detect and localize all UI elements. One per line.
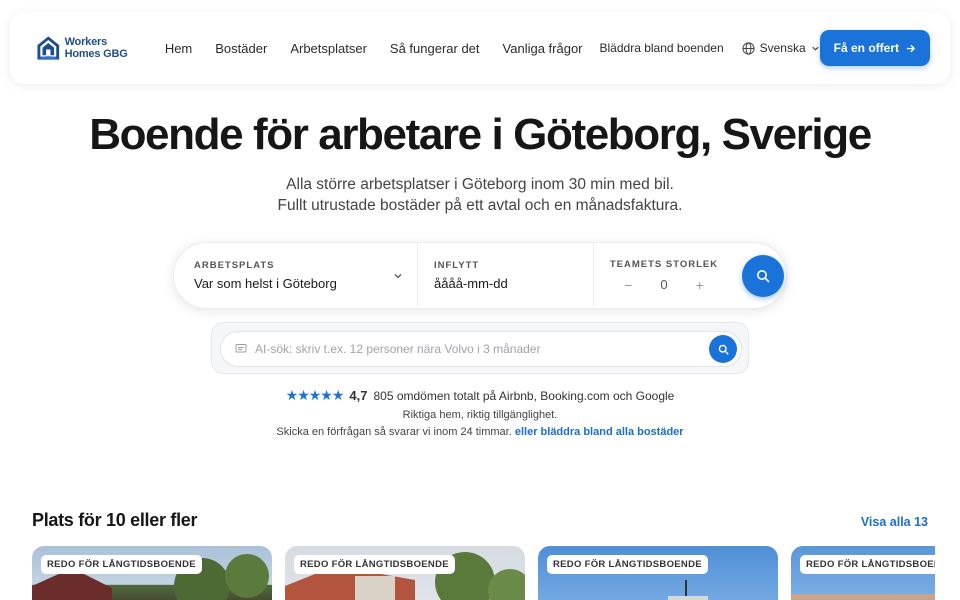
listing-badge: REDO FÖR LÅNGTIDSBOENDE [294, 555, 455, 574]
hero-subtitle-line-2: Fullt utrustade bostäder på ett avtal oc… [277, 197, 683, 214]
listing-card[interactable]: REDO FÖR LÅNGTIDSBOENDE [791, 546, 935, 600]
globe-icon [742, 41, 755, 55]
team-decrement-button[interactable]: − [624, 277, 632, 293]
availability-note: Riktiga hem, riktig tillgänglighet. [402, 409, 558, 421]
review-count-text: 805 omdömen totalt på Airbnb, Booking.co… [373, 388, 675, 403]
movein-value: åååå-mm-dd [434, 276, 508, 291]
site-header: Workers Homes GBG Hem Bostäder Arbetspla… [10, 12, 950, 84]
nav-item-how-it-works[interactable]: Så fungerar det [390, 41, 480, 56]
housing-search-bar: ARBETSPLATS Var som helst i Göteborg INF… [173, 242, 787, 309]
workplace-value: Var som helst i Göteborg [194, 276, 337, 291]
search-button[interactable] [742, 254, 784, 297]
brand-name: Workers Homes GBG [64, 36, 128, 60]
movein-label: INFLYTT [434, 260, 480, 271]
listing-card[interactable]: REDO FÖR LÅNGTIDSBOENDE [538, 546, 778, 600]
team-size-stepper: TEAMETS STORLEK − 0 + [594, 243, 734, 308]
brand-logo[interactable]: Workers Homes GBG [36, 30, 143, 66]
ai-search-input[interactable]: AI-sök: skriv t.ex. 12 personer nära Vol… [220, 331, 742, 367]
arrow-right-icon [906, 44, 916, 52]
chat-bubble-icon [235, 344, 247, 353]
browse-housing-link[interactable]: Bläddra bland boenden [600, 41, 724, 55]
page-title: Boende för arbetare i Göteborg, Sverige [89, 110, 872, 159]
language-label: Svenska [759, 41, 806, 55]
workplace-label: ARBETSPLATS [194, 260, 275, 271]
listing-badge: REDO FÖR LÅNGTIDSBOENDE [41, 555, 202, 574]
chevron-down-icon [394, 274, 402, 279]
listing-badge: REDO FÖR LÅNGTIDSBOENDE [800, 555, 935, 574]
nav-item-faq[interactable]: Vanliga frågor [503, 41, 583, 56]
language-selector[interactable]: Svenska [742, 41, 820, 55]
search-icon [757, 269, 770, 282]
section-title: Plats för 10 eller fler [32, 510, 198, 530]
nav-item-housing[interactable]: Bostäder [215, 41, 267, 56]
hero-subtitle-line-1: Alla större arbetsplatser i Göteborg ino… [286, 176, 674, 193]
listing-cards: REDO FÖR LÅNGTIDSBOENDE REDO FÖR LÅNGTID… [32, 546, 935, 600]
hero-subtitle: Alla större arbetsplatser i Göteborg ino… [0, 174, 960, 216]
main-nav: Hem Bostäder Arbetsplatser Så fungerar d… [165, 41, 606, 56]
workplace-select[interactable]: ARBETSPLATS Var som helst i Göteborg [174, 243, 418, 308]
team-increment-button[interactable]: + [696, 277, 704, 293]
response-note-text: Skicka en förfrågan så svarar vi inom 24… [276, 426, 512, 438]
team-size-controls: − 0 + [624, 277, 704, 293]
browse-all-link[interactable]: eller bläddra bland alla bostäder [515, 426, 684, 438]
response-note: Skicka en förfrågan så svarar vi inom 24… [0, 426, 960, 438]
team-size-count: 0 [660, 277, 668, 292]
get-quote-button[interactable]: Få en offert [819, 30, 930, 66]
see-all-link[interactable]: Visa alla 13 [861, 515, 928, 529]
listing-card[interactable]: REDO FÖR LÅNGTIDSBOENDE [285, 546, 525, 600]
team-size-label: TEAMETS STORLEK [609, 258, 719, 270]
ai-search-placeholder: AI-sök: skriv t.ex. 12 personer nära Vol… [255, 342, 541, 356]
chevron-down-icon [812, 46, 819, 51]
nav-item-workplaces[interactable]: Arbetsplatser [290, 41, 367, 56]
ai-search-panel: AI-sök: skriv t.ex. 12 personer nära Vol… [211, 322, 749, 374]
listing-badge: REDO FÖR LÅNGTIDSBOENDE [547, 555, 708, 574]
ai-search-button[interactable] [709, 335, 737, 363]
get-quote-label: Få en offert [833, 41, 899, 55]
house-logo-icon [37, 36, 60, 60]
rating-stars-icon: ★★★★★ [285, 387, 345, 403]
rating-value: 4,7 [349, 388, 368, 403]
movein-date-field[interactable]: INFLYTT åååå-mm-dd [418, 243, 594, 308]
search-icon [718, 344, 729, 355]
listing-card[interactable]: REDO FÖR LÅNGTIDSBOENDE [32, 546, 272, 600]
nav-item-home[interactable]: Hem [165, 41, 192, 56]
review-summary: ★★★★★ 4,7 805 omdömen totalt på Airbnb, … [0, 387, 960, 404]
